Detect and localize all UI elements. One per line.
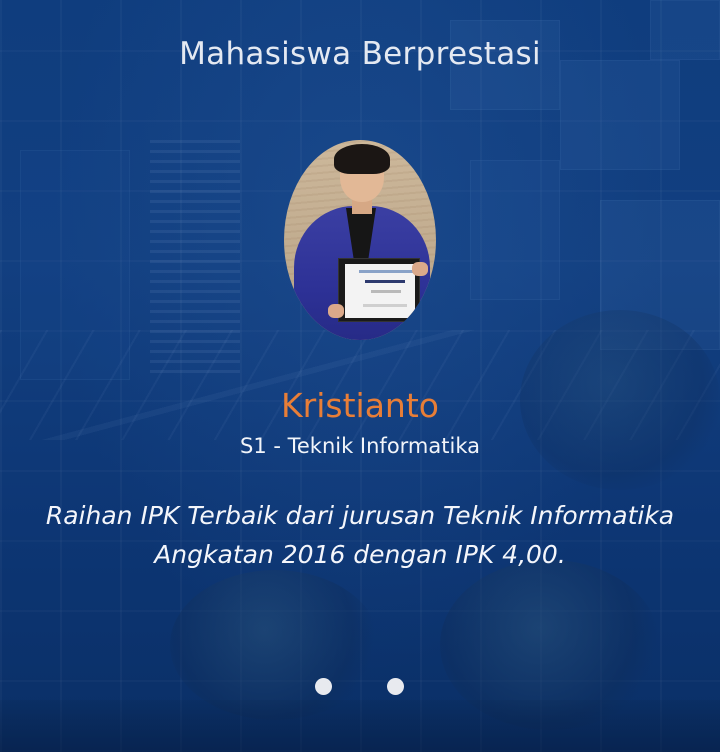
facade-slats xyxy=(150,140,240,380)
carousel-indicator-1[interactable] xyxy=(315,678,332,695)
ground xyxy=(0,700,720,752)
student-name: Kristianto xyxy=(281,386,439,425)
achievement-line-2: Angkatan 2016 dengan IPK 4,00. xyxy=(154,540,566,569)
achievement-description: Raihan IPK Terbaik dari jurusan Teknik I… xyxy=(20,496,700,574)
certificate-frame xyxy=(338,258,420,322)
study-program: S1 - Teknik Informatika xyxy=(239,434,480,458)
achievement-line-1: Raihan IPK Terbaik dari jurusan Teknik I… xyxy=(45,501,675,530)
building-background xyxy=(0,0,720,752)
facade-panel xyxy=(20,150,130,380)
tree-foliage xyxy=(440,560,660,730)
facade-panel xyxy=(470,160,560,300)
tree-foliage xyxy=(170,570,380,720)
student-photo xyxy=(284,140,436,340)
section-heading: Mahasiswa Berprestasi xyxy=(179,36,541,72)
facade-panel xyxy=(560,60,680,170)
photo-hair xyxy=(334,144,390,174)
achievement-slide: Mahasiswa Berprestasi Kristianto S1 - Te… xyxy=(0,0,720,752)
facade-panel xyxy=(600,200,720,350)
carousel-indicators xyxy=(0,678,720,696)
carousel-indicator-2[interactable] xyxy=(387,678,404,695)
